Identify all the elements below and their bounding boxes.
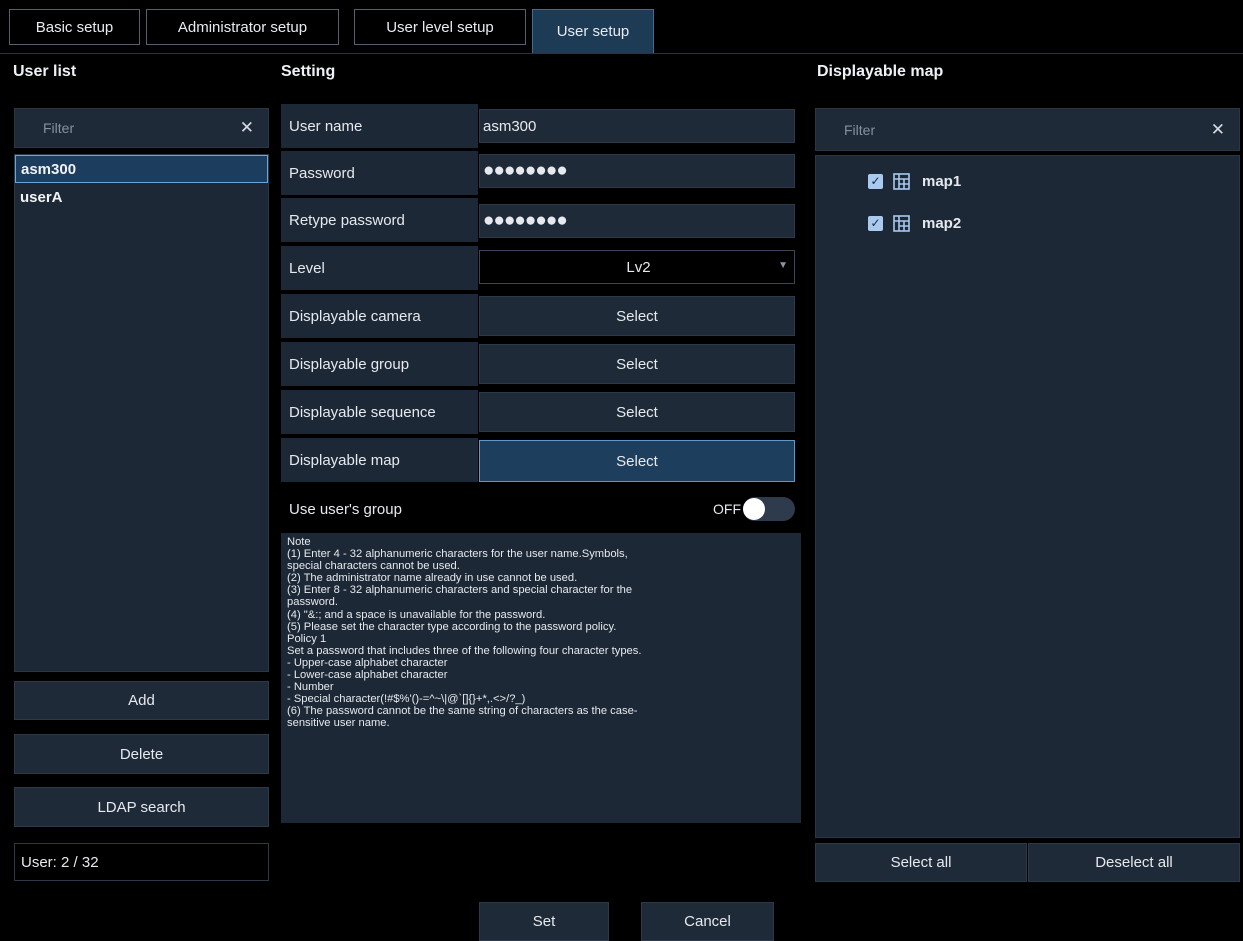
note-line: Note: [287, 536, 311, 548]
tab-administrator-setup[interactable]: Administrator setup: [146, 9, 339, 45]
map-filter-input[interactable]: Filter ✕: [815, 108, 1240, 151]
note-line: - Upper-case alphabet character: [287, 656, 448, 669]
note-line: (5) Please set the character type accord…: [287, 620, 617, 633]
displayable-map-label: Displayable map: [281, 438, 478, 482]
note-line: Set a password that includes three of th…: [287, 644, 642, 657]
user-count-value: 2: [61, 853, 70, 871]
user-count-max: / 32: [73, 853, 99, 871]
displayable-map-title: Displayable map: [817, 63, 944, 80]
map-list: ✓ map1 ✓ map2: [815, 155, 1240, 838]
user-filter-input[interactable]: Filter ✕: [14, 108, 269, 148]
retype-password-input[interactable]: ●●●●●●●●: [479, 204, 795, 238]
retype-password-value: ●●●●●●●●: [483, 210, 568, 231]
level-dropdown[interactable]: Lv2 ▼: [479, 250, 795, 284]
displayable-group-select-button[interactable]: Select: [479, 344, 795, 384]
user-count-label: User:: [21, 853, 57, 871]
close-icon[interactable]: ✕: [240, 118, 254, 138]
user-filter-placeholder: Filter: [43, 120, 75, 136]
note-line: (6) The password cannot be the same stri…: [287, 705, 638, 718]
close-icon[interactable]: ✕: [1211, 120, 1225, 140]
checkbox-checked-icon[interactable]: ✓: [868, 215, 883, 231]
ldap-search-button[interactable]: LDAP search: [14, 787, 269, 827]
map-filter-placeholder: Filter: [844, 121, 876, 138]
delete-user-button[interactable]: Delete: [14, 734, 269, 774]
tab-basic-setup[interactable]: Basic setup: [9, 9, 140, 45]
set-button[interactable]: Set: [479, 902, 609, 941]
note-line: password.: [287, 596, 338, 609]
note-line: - Number: [287, 681, 334, 694]
map-name: map1: [922, 172, 962, 190]
map-list-item-map1[interactable]: ✓ map1: [868, 168, 961, 194]
select-all-button[interactable]: Select all: [815, 843, 1027, 882]
user-name-label: User name: [281, 104, 478, 148]
displayable-camera-label: Displayable camera: [281, 294, 478, 338]
map-list-item-map2[interactable]: ✓ map2: [868, 210, 961, 236]
user-name-input[interactable]: asm300: [479, 109, 795, 143]
use-users-group-label: Use user's group: [289, 500, 402, 518]
displayable-camera-select-button[interactable]: Select: [479, 296, 795, 336]
note-line: (2) The administrator name already in us…: [287, 572, 578, 585]
displayable-sequence-label: Displayable sequence: [281, 390, 478, 434]
displayable-group-label: Displayable group: [281, 342, 478, 386]
use-users-group-row: Use user's group OFF: [281, 489, 795, 529]
note-line: special characters cannot be used.: [287, 560, 460, 573]
user-list-title: User list: [13, 63, 77, 80]
note-line: (3) Enter 8 - 32 alphanumeric characters…: [287, 584, 633, 597]
note-line: - Special character(!#$%'()-=^~\|@`[]{}+…: [287, 693, 526, 706]
setting-title: Setting: [281, 63, 336, 80]
note-panel: Note (1) Enter 4 - 32 alphanumeric chara…: [281, 533, 801, 823]
tab-bar: Basic setup Administrator setup User lev…: [0, 0, 1243, 54]
displayable-map-select-button[interactable]: Select: [479, 440, 795, 482]
note-line: - Lower-case alphabet character: [287, 669, 448, 682]
toggle-knob: [743, 498, 765, 520]
password-value: ●●●●●●●●: [483, 160, 568, 181]
map-icon: [893, 172, 910, 190]
tab-user-level-setup[interactable]: User level setup: [354, 9, 526, 45]
tab-divider: [0, 53, 1243, 54]
level-value: Lv2: [626, 258, 651, 276]
note-line: (1) Enter 4 - 32 alphanumeric characters…: [287, 548, 628, 561]
map-name: map2: [922, 214, 962, 232]
user-list: asm300 userA: [14, 154, 269, 672]
note-line: Policy 1: [287, 632, 327, 645]
password-label: Password: [281, 151, 478, 195]
tab-user-setup[interactable]: User setup: [532, 9, 654, 54]
user-list-item-asm300[interactable]: asm300: [15, 155, 268, 183]
deselect-all-button[interactable]: Deselect all: [1028, 843, 1240, 882]
retype-password-label: Retype password: [281, 198, 478, 242]
add-user-button[interactable]: Add: [14, 681, 269, 720]
note-line: sensitive user name.: [287, 717, 390, 730]
user-list-item-usera[interactable]: userA: [15, 183, 268, 211]
displayable-sequence-select-button[interactable]: Select: [479, 392, 795, 432]
chevron-down-icon: ▼: [778, 260, 788, 271]
use-users-group-toggle[interactable]: [743, 497, 795, 521]
level-label: Level: [281, 246, 478, 290]
map-icon: [893, 214, 910, 232]
cancel-button[interactable]: Cancel: [641, 902, 774, 941]
note-line: (4) "&:; and a space is unavailable for …: [287, 608, 546, 621]
password-input[interactable]: ●●●●●●●●: [479, 154, 795, 188]
user-count: User: 2 / 32: [14, 843, 269, 881]
checkbox-checked-icon[interactable]: ✓: [868, 173, 883, 189]
use-users-group-state: OFF: [713, 501, 741, 517]
